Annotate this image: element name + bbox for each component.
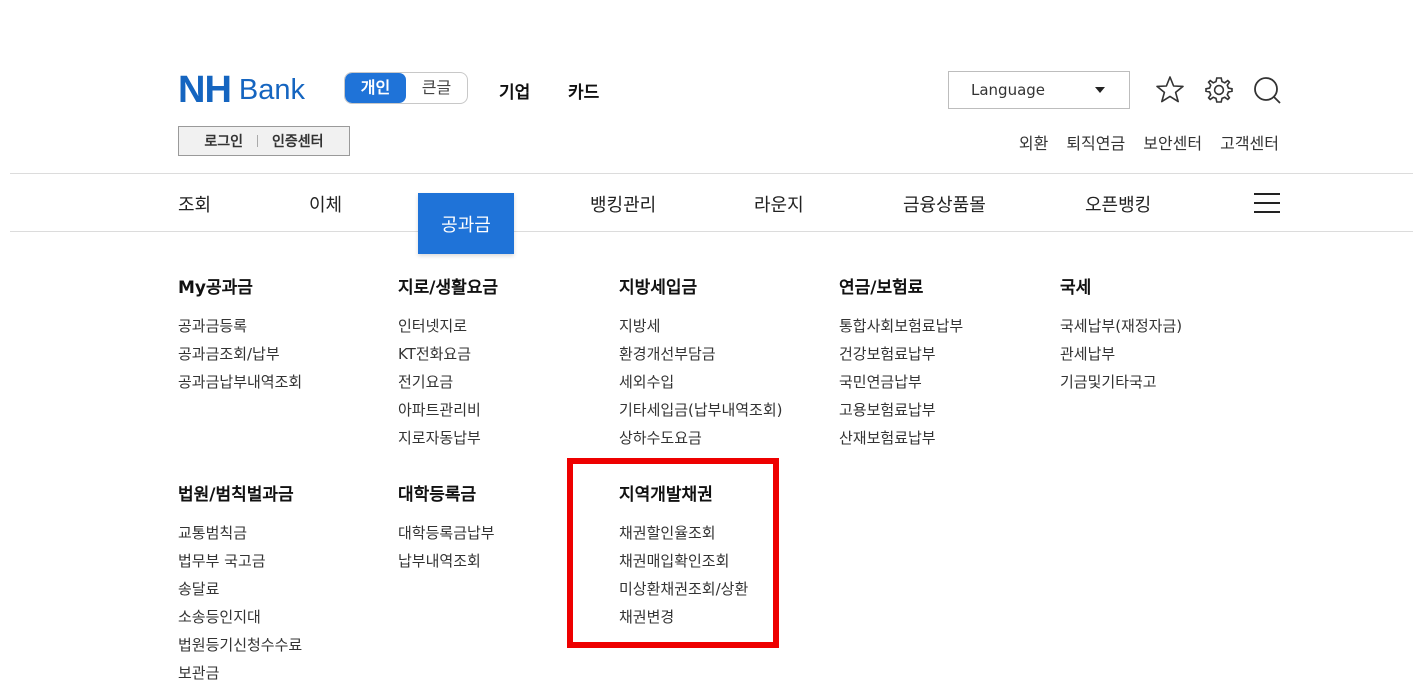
menu-col-local-tax: 지방세입금 지방세 환경개선부담금 세외수입 기타세입금(납부내역조회) 상하수… [619,277,829,452]
menu-item[interactable]: 건강보험료납부 [839,340,1049,368]
menu-item[interactable]: 상하수도요금 [619,424,829,452]
menu-heading[interactable]: 법원/범칙벌과금 [178,484,388,506]
star-icon[interactable] [1153,73,1187,107]
hamburger-icon[interactable] [1254,193,1280,213]
menu-col-giro: 지로/생활요금 인터넷지로 KT전화요금 전기요금 아파트관리비 지로자동납부 [398,277,608,452]
gnb-lounge[interactable]: 라운지 [754,191,804,217]
gnb-banking-mgmt[interactable]: 뱅킹관리 [590,191,656,217]
menu-heading[interactable]: 지방세입금 [619,277,829,299]
menu-item[interactable]: 인터넷지로 [398,312,608,340]
menu-col-national-tax: 국세 국세납부(재정자금) 관세납부 기금및기타국고 [1060,277,1270,396]
util-link-pension[interactable]: 퇴직연금 [1066,130,1125,154]
menu-item[interactable]: 전기요금 [398,368,608,396]
large-font-tab[interactable]: 큰글 [406,73,467,103]
util-link-forex[interactable]: 외환 [1019,130,1048,154]
search-icon[interactable] [1250,73,1284,107]
personal-tab[interactable]: 개인 [345,73,406,103]
menu-col-my-public-fees: My공과금 공과금등록 공과금조회/납부 공과금납부내역조회 [178,277,388,396]
gnb-public-fees[interactable]: 공과금 [418,193,514,254]
menu-item[interactable]: 송달료 [178,575,388,603]
business-link[interactable]: 기업 [499,78,530,103]
menu-heading[interactable]: My공과금 [178,277,388,299]
menu-item[interactable]: 법무부 국고금 [178,547,388,575]
menu-item[interactable]: 소송등인지대 [178,603,388,631]
menu-heading[interactable]: 국세 [1060,277,1270,299]
menu-item[interactable]: 교통범칙금 [178,519,388,547]
menu-heading[interactable]: 연금/보험료 [839,277,1049,299]
menu-item[interactable]: KT전화요금 [398,340,608,368]
gnb-open-banking[interactable]: 오픈뱅킹 [1085,191,1151,217]
menu-col-court-fines: 법원/범칙벌과금 교통범칙금 법무부 국고금 송달료 소송등인지대 법원등기신청… [178,484,388,687]
menu-item[interactable]: 공과금조회/납부 [178,340,388,368]
logo-nh-text: NH [178,69,232,111]
utility-links: 외환 퇴직연금 보안센터 고객센터 [1019,130,1279,154]
cert-center-button[interactable]: 인증센터 [272,131,324,151]
menu-item[interactable]: 보관금 [178,659,388,687]
menu-item[interactable]: 기금및기타국고 [1060,368,1270,396]
menu-item[interactable]: 세외수입 [619,368,829,396]
logo-bank-text: Bank [238,74,305,106]
highlight-box [567,458,779,648]
gnb-bottom-divider [10,231,1413,232]
login-button[interactable]: 로그인 [204,131,243,151]
menu-item[interactable]: 국민연금납부 [839,368,1049,396]
language-label: Language [971,81,1046,99]
menu-heading[interactable]: 지로/생활요금 [398,277,608,299]
menu-item[interactable]: 국세납부(재정자금) [1060,312,1270,340]
menu-item[interactable]: 지로자동납부 [398,424,608,452]
menu-item[interactable]: 고용보험료납부 [839,396,1049,424]
util-link-customer[interactable]: 고객센터 [1220,130,1279,154]
menu-item[interactable]: 관세납부 [1060,340,1270,368]
menu-item[interactable]: 산재보험료납부 [839,424,1049,452]
menu-item[interactable]: 공과금납부내역조회 [178,368,388,396]
menu-item[interactable]: 지방세 [619,312,829,340]
card-link[interactable]: 카드 [568,78,599,103]
mode-toggle: 개인 큰글 [344,72,468,104]
menu-col-pension-insurance: 연금/보험료 통합사회보험료납부 건강보험료납부 국민연금납부 고용보험료납부 … [839,277,1049,452]
menu-item[interactable]: 기타세입금(납부내역조회) [619,396,829,424]
gnb-inquiry[interactable]: 조회 [178,191,211,217]
menu-item[interactable]: 아파트관리비 [398,396,608,424]
menu-item[interactable]: 공과금등록 [178,312,388,340]
login-cert-box: 로그인 인증센터 [178,126,350,156]
menu-item[interactable]: 통합사회보험료납부 [839,312,1049,340]
nh-bank-logo[interactable]: NH Bank [178,69,305,111]
menu-item[interactable]: 환경개선부담금 [619,340,829,368]
language-select[interactable]: Language [948,71,1130,109]
gnb-top-divider [10,173,1413,174]
caret-down-icon [1095,87,1105,93]
menu-item[interactable]: 법원등기신청수수료 [178,631,388,659]
util-link-security[interactable]: 보안센터 [1143,130,1202,154]
gear-icon[interactable] [1202,73,1236,107]
divider [257,135,259,147]
gnb-financial-mall[interactable]: 금융상품몰 [903,191,986,217]
gnb-transfer[interactable]: 이체 [309,191,342,217]
